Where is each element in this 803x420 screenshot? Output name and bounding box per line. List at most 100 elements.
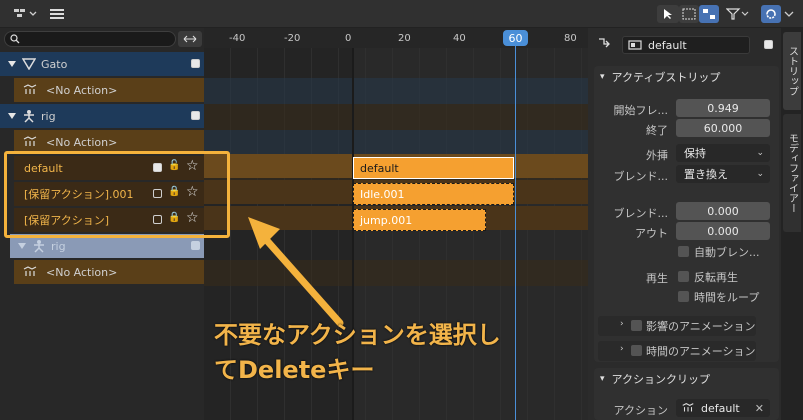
callout-arrow-icon bbox=[248, 217, 344, 327]
ruler-tick: -20 bbox=[284, 33, 301, 44]
armature-icon bbox=[24, 110, 34, 123]
chevron-down-icon: ⌄ bbox=[756, 148, 764, 158]
swap-arrows-icon[interactable] bbox=[178, 31, 202, 47]
end-frame-label: 終了 bbox=[646, 124, 668, 137]
end-frame-field[interactable]: 60.000 bbox=[676, 119, 770, 137]
strip-time-label: 時間のアニメーション bbox=[646, 345, 756, 358]
action-clip-title: アクションクリップ bbox=[611, 373, 710, 386]
clear-x-icon[interactable]: ✕ bbox=[755, 402, 764, 415]
influence-label: 影響のアニメーション bbox=[646, 320, 756, 333]
action-label: アクション bbox=[613, 404, 668, 417]
object-band bbox=[204, 130, 588, 156]
strip-label: default bbox=[360, 161, 399, 175]
strip-name-field[interactable]: default bbox=[622, 36, 750, 54]
ruler-tick: -40 bbox=[229, 33, 246, 44]
sync-icon[interactable] bbox=[761, 5, 781, 23]
chevron-right-icon: › bbox=[620, 319, 624, 329]
blend-in-field[interactable]: 0.000 bbox=[676, 202, 770, 220]
frame-ruler[interactable] bbox=[204, 28, 588, 48]
channel-checkbox[interactable] bbox=[191, 241, 200, 250]
strip-label: Idle.001 bbox=[360, 187, 405, 201]
chevron-down-icon[interactable] bbox=[783, 5, 795, 23]
editor-header bbox=[0, 0, 803, 28]
action-selector[interactable]: default ✕ bbox=[676, 399, 770, 417]
channel-object-gato[interactable]: Gato bbox=[0, 52, 204, 76]
reverse-label: 反転再生 bbox=[694, 271, 738, 284]
chevron-right-icon: › bbox=[620, 344, 624, 354]
ruler-tick: 80 bbox=[564, 33, 577, 44]
nla-strip-default[interactable]: default bbox=[353, 157, 514, 179]
blend-out-field[interactable]: 0.000 bbox=[676, 222, 770, 240]
nla-strip-icon bbox=[628, 40, 642, 50]
channel-checkbox[interactable] bbox=[191, 59, 200, 68]
channel-label: rig bbox=[51, 239, 66, 253]
start-frame-label: 開始フレ... bbox=[613, 104, 669, 117]
highlight-box bbox=[4, 151, 230, 238]
channel-label: rig bbox=[41, 109, 56, 123]
sidebar-tabs: ストリップ モディファイアー bbox=[781, 28, 803, 420]
action-icon bbox=[23, 84, 37, 94]
cyclic-strip-time-checkbox[interactable] bbox=[678, 291, 689, 302]
annotation-text: 不要なアクションを選択し てDeleteキー bbox=[214, 318, 574, 388]
channel-label: <No Action> bbox=[46, 265, 118, 279]
tab-strip[interactable]: ストリップ bbox=[783, 32, 801, 110]
nla-strip-jump[interactable]: jump.001 bbox=[353, 209, 486, 231]
armature-icon bbox=[34, 240, 44, 253]
panel-expand-icon: ▾ bbox=[600, 72, 605, 82]
extrapolation-dropdown[interactable]: 保持 ⌄ bbox=[676, 144, 770, 162]
channel-label: <No Action> bbox=[46, 83, 118, 97]
tab-modifiers[interactable]: モディファイアー bbox=[783, 114, 801, 232]
start-frame-field[interactable]: 0.949 bbox=[676, 99, 770, 117]
search-input[interactable] bbox=[4, 31, 176, 47]
strip-name-value: default bbox=[648, 38, 687, 52]
nla-editor-icon[interactable] bbox=[10, 5, 40, 23]
mesh-triangle-icon bbox=[22, 58, 36, 70]
channel-object-rig[interactable]: rig bbox=[0, 104, 204, 128]
select-arrow-icon[interactable] bbox=[657, 5, 679, 23]
cyclic-strip-time-label: 時間をループ bbox=[694, 291, 760, 304]
channel-label: Gato bbox=[41, 57, 68, 71]
ruler-tick: 0 bbox=[345, 33, 352, 44]
nla-strip-idle[interactable]: Idle.001 bbox=[353, 183, 514, 205]
ruler-tick: 40 bbox=[453, 33, 466, 44]
auto-blend-checkbox[interactable] bbox=[678, 246, 689, 257]
strip-active-checkbox[interactable] bbox=[764, 40, 773, 49]
annotation-line-2: てDeleteキー bbox=[214, 356, 375, 384]
collapse-triangle-icon[interactable] bbox=[8, 113, 16, 119]
search-icon bbox=[10, 34, 20, 44]
object-band bbox=[204, 78, 588, 104]
hamburger-menu-icon[interactable] bbox=[48, 5, 66, 23]
nla-strip-icon bbox=[599, 38, 610, 48]
filter-icon[interactable] bbox=[724, 5, 752, 23]
chevron-down-icon: ⌄ bbox=[756, 169, 764, 179]
current-frame-indicator[interactable]: 60 bbox=[503, 30, 528, 46]
snap-icon[interactable] bbox=[699, 5, 719, 23]
ruler-tick: 20 bbox=[398, 33, 411, 44]
blend-in-label: ブレンド... bbox=[613, 207, 669, 220]
annotation-line-1: 不要なアクションを選択し bbox=[214, 321, 501, 349]
collapse-triangle-icon[interactable] bbox=[18, 243, 26, 249]
channel-action-row[interactable]: <No Action> bbox=[14, 78, 204, 102]
extrapolation-label: 外挿 bbox=[646, 149, 668, 162]
strip-label: jump.001 bbox=[360, 213, 413, 227]
channel-label: <No Action> bbox=[46, 135, 118, 149]
collapse-triangle-icon[interactable] bbox=[8, 61, 16, 67]
auto-blend-label: 自動ブレン... bbox=[694, 246, 760, 259]
box-select-icon[interactable] bbox=[679, 5, 699, 23]
reverse-checkbox[interactable] bbox=[678, 271, 689, 282]
action-clip-header[interactable]: ▾ アクションクリップ bbox=[596, 369, 777, 389]
action-band bbox=[204, 104, 588, 130]
blend-type-label: ブレンド... bbox=[613, 170, 669, 183]
playback-label: 再生 bbox=[646, 272, 668, 285]
strip-time-checkbox[interactable] bbox=[631, 345, 642, 356]
active-strip-header[interactable]: ▾ アクティブストリップ bbox=[596, 67, 777, 87]
channel-checkbox[interactable] bbox=[191, 111, 200, 120]
action-icon bbox=[682, 403, 694, 412]
blend-out-label: アウト bbox=[635, 227, 668, 240]
action-icon bbox=[23, 136, 37, 146]
panel-expand-icon: ▾ bbox=[600, 374, 605, 384]
influence-checkbox[interactable] bbox=[631, 320, 642, 331]
action-icon bbox=[23, 266, 37, 276]
blend-type-dropdown[interactable]: 置き換え ⌄ bbox=[676, 165, 770, 183]
channel-action-row[interactable]: <No Action> bbox=[14, 260, 204, 284]
